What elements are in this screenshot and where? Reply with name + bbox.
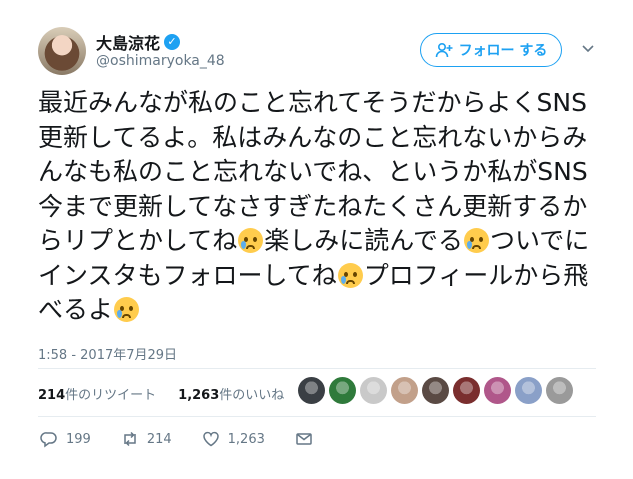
- heart-icon: [202, 431, 219, 447]
- tweet-text: 最近みんなが私のこと忘れてそうだからよくSNS更新してるよ。私はみんなのこと忘れ…: [38, 86, 598, 328]
- crying-face-icon: [114, 297, 140, 322]
- follow-button[interactable]: フォロー する: [420, 33, 562, 67]
- liker-avatar[interactable]: [360, 377, 387, 404]
- chevron-down-icon[interactable]: [580, 40, 596, 56]
- crying-face-icon: [238, 228, 264, 253]
- retweet-stat[interactable]: 214件のリツイート: [38, 384, 156, 403]
- liker-avatar[interactable]: [422, 377, 449, 404]
- liker-avatar[interactable]: [515, 377, 542, 404]
- verified-badge-icon: ✓: [164, 34, 181, 50]
- divider: [38, 368, 596, 369]
- like-count: 1,263: [227, 431, 265, 447]
- user-name-row[interactable]: 大島涼花 ✓: [96, 30, 181, 54]
- liker-avatar[interactable]: [453, 377, 480, 404]
- liker-avatars: [298, 377, 573, 404]
- tweet-actions: 199 214 1,263: [40, 430, 343, 448]
- reply-icon: [40, 432, 57, 448]
- follow-button-label: フォロー する: [458, 43, 548, 59]
- user-handle[interactable]: @oshimaryoka_48: [96, 53, 225, 69]
- like-button[interactable]: 1,263: [202, 430, 265, 448]
- divider: [38, 416, 596, 417]
- liker-avatar[interactable]: [329, 377, 356, 404]
- liker-avatar[interactable]: [391, 377, 418, 404]
- crying-face-icon: [464, 228, 490, 253]
- add-user-icon: [435, 42, 453, 58]
- tweet-text-segment: 楽しみに読んでる: [264, 226, 464, 255]
- liker-avatar[interactable]: [546, 377, 573, 404]
- like-stat-label: 件のいいね: [219, 388, 285, 403]
- reply-count: 199: [66, 431, 91, 447]
- liker-avatar[interactable]: [298, 377, 325, 404]
- mail-icon: [296, 433, 312, 445]
- tweet-timestamp[interactable]: 1:58 - 2017年7月29日: [38, 344, 177, 363]
- retweet-stat-count: 214: [38, 388, 66, 403]
- retweet-button[interactable]: 214: [121, 430, 172, 448]
- retweet-stat-label: 件のリツイート: [65, 388, 157, 403]
- reply-button[interactable]: 199: [40, 430, 91, 448]
- liker-avatar[interactable]: [484, 377, 511, 404]
- user-name[interactable]: 大島涼花: [96, 30, 160, 54]
- avatar[interactable]: [38, 27, 86, 75]
- retweet-icon: [124, 431, 136, 447]
- retweet-count: 214: [146, 431, 172, 447]
- crying-face-icon: [337, 262, 363, 288]
- direct-message-button[interactable]: [295, 430, 313, 448]
- tweet-stats: 214件のリツイート 1,263件のいいね: [38, 384, 284, 403]
- like-stat[interactable]: 1,263件のいいね: [178, 384, 284, 403]
- like-stat-count: 1,263: [178, 388, 220, 403]
